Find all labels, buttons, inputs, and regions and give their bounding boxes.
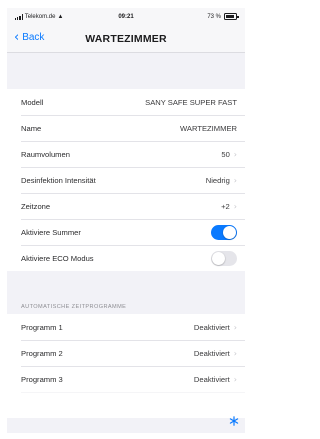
chevron-right-icon: ›	[233, 322, 237, 332]
program-row-2[interactable]: Programm 2 Deaktiviert ›	[7, 340, 245, 366]
program-label: Programm 1	[21, 322, 63, 332]
setting-label: Desinfektion Intensität	[21, 175, 96, 185]
setting-row-modell: Modell SANY SAFE SUPER FAST	[7, 89, 245, 115]
setting-value: +2	[221, 201, 230, 211]
toggle-label: Aktiviere Summer	[21, 227, 81, 237]
program-label: Programm 3	[21, 374, 63, 384]
toggle-row-eco: Aktiviere ECO Modus	[7, 245, 245, 271]
setting-row-zeitzone[interactable]: Zeitzone +2 ›	[7, 193, 245, 219]
setting-row-raumvolumen[interactable]: Raumvolumen 50 ›	[7, 141, 245, 167]
setting-value: WARTEZIMMER	[180, 123, 237, 133]
program-row-4[interactable]	[7, 392, 245, 418]
chevron-right-icon: ›	[233, 201, 237, 211]
section-header: AUTOMATISCHE ZEITPROGRAMME	[21, 304, 127, 310]
program-status: Deaktiviert	[193, 322, 230, 332]
device-settings-group: Modell SANY SAFE SUPER FAST Name WARTEZI…	[7, 89, 245, 271]
chevron-right-icon: ›	[233, 348, 237, 358]
program-row-3[interactable]: Programm 3 Deaktiviert ›	[7, 366, 245, 392]
battery-label: 73 %	[207, 13, 221, 20]
status-bar: Telekom.de ▲ 09:21 73 %	[7, 8, 245, 26]
toggle-label: Aktiviere ECO Modus	[21, 253, 94, 263]
chevron-right-icon: ›	[233, 149, 237, 159]
eco-toggle[interactable]	[211, 250, 237, 266]
chevron-right-icon: ›	[233, 374, 237, 384]
program-label: Programm 2	[21, 348, 63, 358]
battery-indicator: 73 %	[207, 13, 239, 20]
toggle-row-summer: Aktiviere Summer	[7, 219, 245, 245]
setting-row-desinfektion[interactable]: Desinfektion Intensität Niedrig ›	[7, 167, 245, 193]
setting-value: Niedrig	[205, 175, 230, 185]
setting-label: Name	[21, 123, 42, 133]
setting-row-name[interactable]: Name WARTEZIMMER	[7, 115, 245, 141]
summer-toggle[interactable]	[211, 224, 237, 240]
setting-label: Zeitzone	[21, 201, 51, 211]
phone-screen: Telekom.de ▲ 09:21 73 % ‹ Back WARTEZIMM…	[7, 8, 245, 433]
program-status: Deaktiviert	[193, 374, 230, 384]
setting-value: SANY SAFE SUPER FAST	[145, 97, 237, 107]
program-row-1[interactable]: Programm 1 Deaktiviert ›	[7, 314, 245, 340]
setting-label: Modell	[21, 97, 44, 107]
setting-label: Raumvolumen	[21, 149, 70, 159]
programs-group: Programm 1 Deaktiviert › Programm 2 Deak…	[7, 314, 245, 418]
program-status: Deaktiviert	[193, 348, 230, 358]
page-title: WARTEZIMMER	[85, 33, 167, 45]
chevron-right-icon: ›	[233, 175, 237, 185]
navigation-bar: ‹ Back WARTEZIMMER	[7, 26, 245, 53]
battery-icon	[224, 13, 239, 20]
snowflake-icon	[229, 416, 239, 426]
setting-value: 50	[221, 149, 230, 159]
